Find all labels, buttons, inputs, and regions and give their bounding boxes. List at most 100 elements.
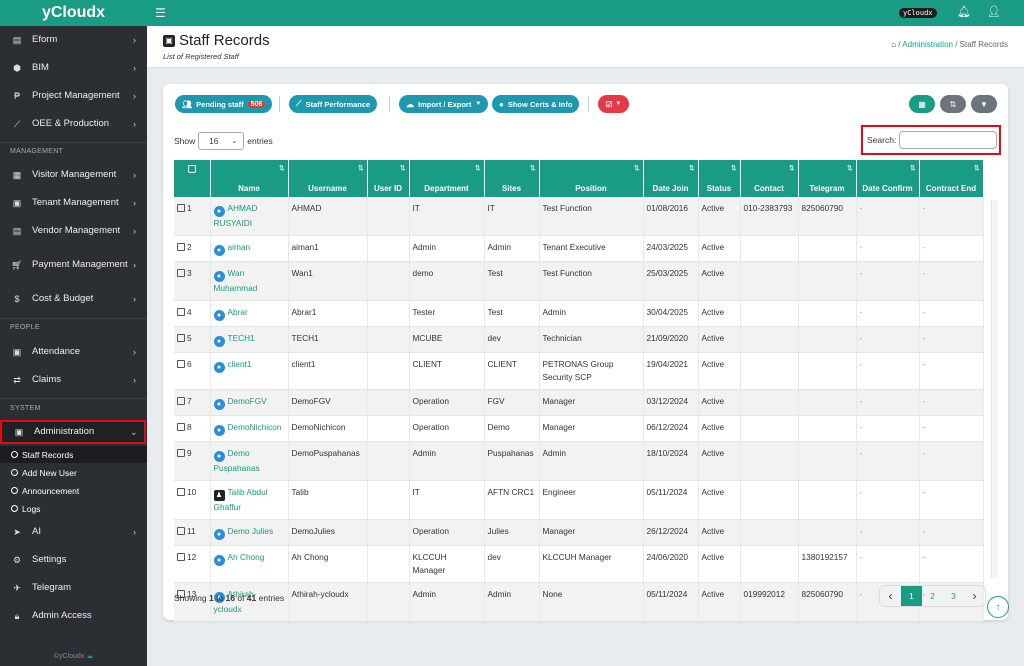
breadcrumb-administration[interactable]: Administration — [902, 40, 953, 49]
submenu-announcement[interactable]: Announcement — [11, 482, 79, 499]
submenu-staff-records[interactable]: Staff Records — [0, 446, 147, 463]
sidebar-item-tenant-management[interactable]: ▣ Tenant Management › — [0, 189, 147, 217]
staff-name-link[interactable]: TECH1 — [228, 333, 255, 343]
column-header-department[interactable]: ⇅ Department — [409, 160, 485, 197]
entries-value: 16 — [209, 136, 219, 146]
staff-name-link[interactable]: client1 — [228, 359, 252, 369]
staff-name-link[interactable]: Abrar — [228, 307, 248, 317]
table-row[interactable]: 11 ● Demo Julies DemoJulies Operation Julies M… — [174, 519, 984, 546]
table-row[interactable]: 3 ● Wan Muhammad Wan1 demo Test Test Function 2… — [174, 261, 984, 301]
brand-logo[interactable]: yCloudx — [0, 0, 147, 26]
sidebar-item-settings[interactable]: ⚙ Settings — [0, 546, 147, 574]
sidebar-item-bim[interactable]: ⬢ BIM › — [0, 54, 147, 82]
cell-pos: PETRONAS Group Security SCP — [539, 352, 644, 390]
row-checkbox[interactable] — [177, 553, 185, 561]
home-icon[interactable]: ⌂ — [891, 40, 896, 49]
staff-name-link[interactable]: Demo Julies — [228, 526, 274, 536]
show-certs-button[interactable]: ● Show Certs & Info — [492, 95, 580, 113]
column-header-contact[interactable]: ⇅ Contact — [740, 160, 799, 197]
column-header-position[interactable]: ⇅ Position — [539, 160, 644, 197]
column-header-name[interactable]: ⇅ Name — [210, 160, 289, 197]
sidebar-item-visitor-management[interactable]: ▦ Visitor Management › — [0, 161, 147, 189]
info-total: 41 — [246, 593, 257, 603]
sort-button[interactable]: ⇅ — [940, 95, 966, 113]
scroll-top-button[interactable]: ↑ — [987, 596, 1009, 618]
cell-dc: - — [856, 415, 920, 442]
status-filter-button[interactable]: ☑ ▼ — [598, 95, 629, 113]
workspace-badge[interactable]: yCloudx — [899, 8, 937, 18]
staff-performance-button[interactable]: ⟋ Staff Performance — [289, 95, 378, 113]
table-row[interactable]: 6 ● client1 client1 CLIENT CLIENT PETRONAS Gro… — [174, 352, 984, 390]
row-checkbox[interactable] — [177, 204, 185, 212]
table-scrollbar[interactable] — [991, 200, 998, 578]
column-header-label: Sites — [501, 184, 522, 193]
select-all-checkbox[interactable] — [187, 165, 196, 173]
row-number: 6 — [187, 359, 192, 369]
menu-toggle-icon[interactable]: ☰ — [155, 6, 166, 20]
cell-dc: - — [856, 545, 920, 583]
staff-name-link[interactable]: aiman — [228, 242, 251, 252]
table-row[interactable]: 1 ● AHMAD RUSYAIDI AHMAD IT IT Test Function 01… — [174, 197, 984, 236]
staff-name-link[interactable]: DemoNichicon — [228, 422, 282, 432]
bell-icon[interactable]: 🔔︎ — [957, 5, 971, 18]
row-checkbox[interactable] — [177, 269, 185, 277]
table-row[interactable]: 2 ● aiman aiman1 Admin Admin Tenant Executive 2… — [174, 235, 984, 262]
columns-view-button[interactable]: ▦ — [909, 95, 935, 113]
sidebar-item-claims[interactable]: ⇄ Claims › — [0, 366, 147, 394]
sidebar-item-project-management[interactable]: ₱ Project Management › — [0, 82, 147, 110]
column-header-status[interactable]: ⇅ Status — [698, 160, 741, 197]
sidebar-item-oee-production[interactable]: ⟋ OEE & Production › — [0, 110, 147, 138]
table-row[interactable]: 10 ♟ Talib Abdul Ghaffur Talib IT AFTN CRC1 En… — [174, 480, 984, 520]
sidebar-item-telegram[interactable]: ✈ Telegram — [0, 574, 147, 602]
name-cell: ♟ Talib Abdul Ghaffur — [210, 480, 289, 520]
row-checkbox[interactable] — [177, 360, 185, 368]
sidebar-item-administration[interactable]: ▣ Administration ⌄ — [0, 420, 146, 444]
sidebar-item-cost-budget[interactable]: $ Cost & Budget › — [0, 285, 147, 313]
page-1-button[interactable]: 1 — [901, 586, 922, 606]
entries-select[interactable]: 16 ⌄ — [198, 132, 245, 150]
pending-staff-button[interactable]: 👥︎ Pending staff 506 — [175, 95, 273, 113]
row-checkbox[interactable] — [177, 488, 185, 496]
column-header-date-confirm[interactable]: ⇅ Date Confirm — [856, 160, 920, 197]
column-header-sites[interactable]: ⇅ Sites — [484, 160, 540, 197]
staff-name-link[interactable]: Ah Chong — [228, 552, 265, 562]
sidebar-item-attendance[interactable]: ▣ Attendance › — [0, 338, 147, 366]
page-2-button[interactable]: 2 — [922, 586, 943, 606]
table-row[interactable]: 13 ● Athirah-ycloudx Athirah-ycloudx Admin Ad… — [174, 582, 984, 622]
sidebar-item-ai[interactable]: ➤ AI › — [0, 518, 147, 546]
staff-name-link[interactable]: DemoFGV — [228, 396, 267, 406]
submenu-add-new-user[interactable]: Add New User — [11, 464, 77, 481]
import-export-button[interactable]: ☁ Import / Export ▼ — [399, 95, 489, 113]
row-checkbox[interactable] — [177, 449, 185, 457]
column-header-user-id[interactable]: ⇅ User ID — [367, 160, 410, 197]
column-header-username[interactable]: ⇅ Username — [288, 160, 368, 197]
sidebar: yCloudx ▤ Eform › ⬢ BIM › ₱ Project Management ›… — [0, 0, 147, 666]
row-checkbox[interactable] — [177, 308, 185, 316]
page-3-button[interactable]: 3 — [943, 586, 964, 606]
sidebar-item-payment-management[interactable]: 🛒︎ Payment Management › — [0, 245, 147, 285]
column-header-contract-end[interactable]: ⇅ Contract End — [919, 160, 984, 197]
column-header-date-join[interactable]: ⇅ Date Join — [643, 160, 699, 197]
search-input[interactable] — [899, 131, 998, 149]
table-row[interactable]: 9 ● Demo Puspahanas DemoPuspahanas Admin Pusp… — [174, 441, 984, 481]
row-checkbox[interactable] — [177, 397, 185, 405]
row-checkbox[interactable] — [177, 243, 185, 251]
sidebar-item-eform[interactable]: ▤ Eform › — [0, 26, 147, 54]
column-header-telegram[interactable]: ⇅ Telegram — [798, 160, 857, 197]
sidebar-item-admin-access[interactable]: 🔒︎ Admin Access — [0, 602, 147, 630]
table-row[interactable]: 5 ● TECH1 TECH1 MCUBE dev Technician 21/09/2020… — [174, 326, 984, 353]
table-row[interactable]: 7 ● DemoFGV DemoFGV Operation FGV Manager 03/12… — [174, 389, 984, 416]
user-icon[interactable]: 👤︎ — [987, 5, 1001, 18]
submenu-logs[interactable]: Logs — [11, 500, 40, 517]
table-row[interactable]: 8 ● DemoNichicon DemoNichicon Operation Demo M… — [174, 415, 984, 442]
table-row[interactable]: 4 ● Abrar Abrar1 Tester Test Admin 30/04/2025 Ac… — [174, 300, 984, 327]
prev-page-button[interactable]: ‹ — [880, 586, 901, 606]
table-row[interactable]: 12 ● Ah Chong Ah Chong KLCCUH Manager dev KLCC… — [174, 545, 984, 583]
next-page-button[interactable]: › — [964, 586, 985, 606]
filter-button[interactable]: ▼ — [971, 95, 997, 113]
sidebar-item-vendor-management[interactable]: ▤ Vendor Management › — [0, 217, 147, 245]
import-export-label: Import / Export — [418, 99, 472, 109]
row-checkbox[interactable] — [177, 423, 185, 431]
row-checkbox[interactable] — [177, 527, 185, 535]
row-checkbox[interactable] — [177, 334, 185, 342]
